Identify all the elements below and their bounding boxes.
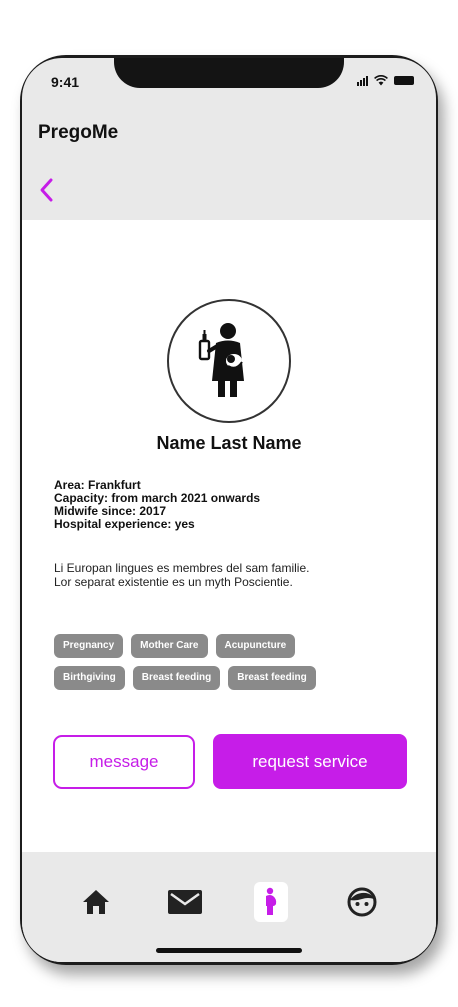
service-tags: Pregnancy Mother Care Acupuncture Birthg…: [54, 634, 404, 698]
wifi-icon: [374, 75, 388, 86]
midwife-with-baby-icon: [198, 323, 244, 397]
tag-pregnancy[interactable]: Pregnancy: [54, 634, 124, 658]
tag-row: Pregnancy Mother Care Acupuncture: [54, 634, 404, 658]
app-title: PregoMe: [38, 122, 119, 143]
tab-profile[interactable]: [342, 882, 382, 922]
profile-content: Name Last Name Area: Frankfurt Capacity:…: [22, 220, 436, 852]
message-button[interactable]: message: [53, 735, 195, 789]
device-notch: [114, 58, 344, 88]
tag-mother-care[interactable]: Mother Care: [131, 634, 208, 658]
home-indicator: [156, 948, 302, 953]
app-screen: 9:41 PregoMe Name Last Name Area: Frankf…: [22, 58, 436, 962]
tag-breast-feeding[interactable]: Breast feeding: [132, 666, 221, 690]
chevron-left-icon: [40, 178, 53, 202]
face-icon: [347, 887, 377, 917]
tab-messages[interactable]: [165, 882, 205, 922]
home-icon: [83, 890, 109, 914]
tag-row: Birthgiving Breast feeding Breast feedin…: [54, 666, 404, 690]
midwife-name: Name Last Name: [156, 433, 302, 453]
tag-acupuncture[interactable]: Acupuncture: [215, 634, 296, 658]
profile-description: Li Europan lingues es membres del sam fa…: [54, 561, 310, 589]
tab-pregnancy[interactable]: [254, 882, 288, 922]
signal-icon: [357, 76, 368, 86]
battery-icon: [394, 76, 414, 85]
mail-icon: [168, 890, 202, 914]
bottom-tab-bar: [22, 852, 436, 962]
tab-home[interactable]: [76, 882, 116, 922]
request-service-button[interactable]: request service: [213, 734, 407, 789]
info-hospital-experience: Hospital experience: yes: [54, 517, 195, 531]
pregnant-woman-icon: [266, 887, 277, 915]
midwife-avatar: [167, 299, 291, 423]
status-icons: [357, 75, 414, 86]
back-button[interactable]: [36, 176, 58, 204]
profile-info: Area: Frankfurt Capacity: from march 202…: [54, 479, 260, 531]
tag-birthgiving[interactable]: Birthgiving: [54, 666, 125, 690]
tag-breast-feeding[interactable]: Breast feeding: [228, 666, 316, 690]
status-time: 9:41: [51, 74, 80, 90]
